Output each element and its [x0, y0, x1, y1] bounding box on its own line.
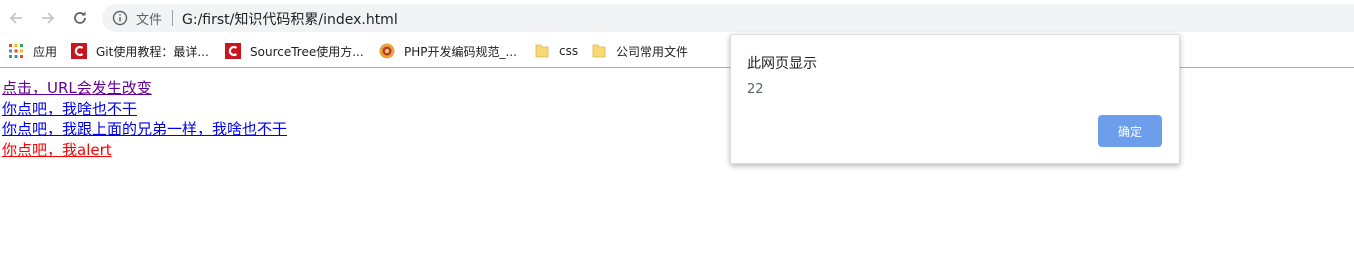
scheme-label: 文件: [136, 13, 163, 28]
bookmark-php-standards[interactable]: PHP开发编码规范_...: [379, 42, 517, 60]
folder-icon: [535, 44, 549, 58]
address-separator: [172, 10, 173, 26]
bookmark-label: SourceTree使用方...: [250, 44, 364, 59]
csdn-c-icon: [71, 43, 87, 59]
bookmark-folder-css[interactable]: css: [534, 42, 578, 60]
bookmark-apps[interactable]: 应用: [8, 42, 57, 60]
back-arrow-icon: [9, 12, 22, 24]
alert-dialog: 此网页显示 22 确定: [730, 34, 1180, 164]
link-alert[interactable]: 你点吧，我alert: [2, 140, 287, 161]
bookmark-sourcetree[interactable]: SourceTree使用方...: [225, 42, 364, 60]
link-do-nothing[interactable]: 你点吧，我啥也不干: [2, 99, 287, 120]
url-text[interactable]: G:/first/知识代码积累/index.html: [182, 9, 398, 29]
reload-button[interactable]: [68, 6, 92, 30]
apps-grid-icon: [9, 44, 23, 58]
bookmark-git-tutorial[interactable]: Git使用教程：最详...: [71, 42, 209, 60]
csdn-c-icon: [225, 43, 241, 59]
browser-toolbar: 文件 G:/first/知识代码积累/index.html: [0, 0, 1354, 36]
bookmark-label: PHP开发编码规范_...: [404, 44, 517, 59]
forward-arrow-icon: [42, 12, 55, 24]
page-content: 点击，URL会发生改变 你点吧，我啥也不干 你点吧，我跟上面的兄弟一样，我啥也不…: [2, 78, 287, 160]
ok-button[interactable]: 确定: [1098, 115, 1162, 147]
forward-button[interactable]: [36, 6, 60, 30]
bookmark-label: css: [559, 44, 579, 58]
site-badge-icon: [379, 43, 395, 59]
address-bar[interactable]: 文件 G:/first/知识代码积累/index.html: [102, 4, 1354, 32]
reload-icon: [74, 11, 86, 24]
info-icon[interactable]: [112, 10, 128, 26]
dialog-message: 22: [747, 82, 764, 97]
dialog-title: 此网页显示: [747, 56, 817, 72]
bookmark-label: 应用: [33, 44, 58, 59]
back-button[interactable]: [4, 6, 28, 30]
bookmark-label: 公司常用文件: [616, 44, 689, 59]
bookmark-label: Git使用教程：最详...: [96, 44, 209, 59]
link-do-nothing-too[interactable]: 你点吧，我跟上面的兄弟一样，我啥也不干: [2, 119, 287, 140]
bookmark-folder-company-files[interactable]: 公司常用文件: [591, 42, 688, 60]
link-change-url[interactable]: 点击，URL会发生改变: [2, 78, 287, 99]
folder-icon: [592, 44, 606, 58]
